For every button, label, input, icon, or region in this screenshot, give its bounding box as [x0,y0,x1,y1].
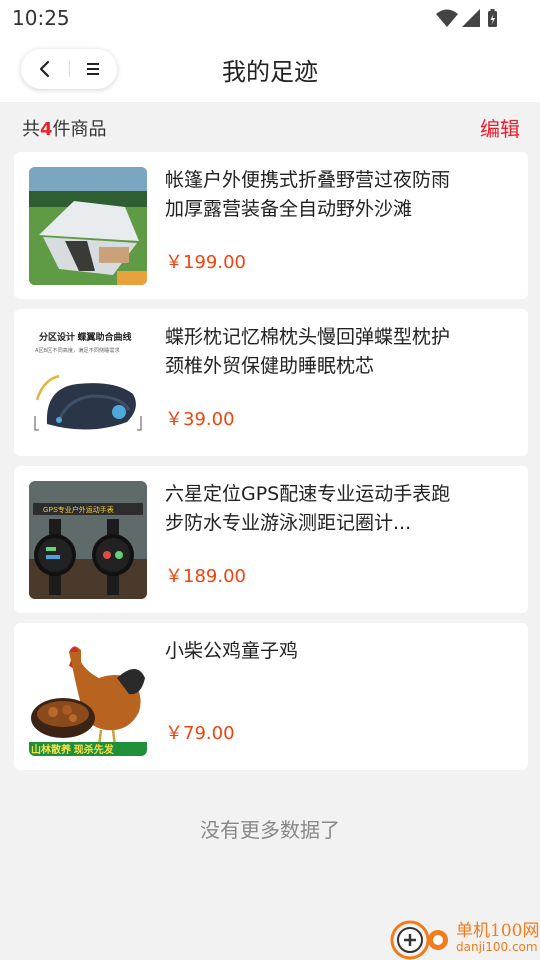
watch-image-headline: GPS专业户外运动手表 [43,505,114,514]
watermark-url: danji100.com [456,940,538,954]
product-title[interactable]: 六星定位GPS配速专业运动手表跑步防水专业游泳测距记圈计... [165,480,465,538]
status-icons [436,9,497,27]
pillow-image-caption: A区B区不同高度，满足不同侧睡需求 [35,346,121,354]
page-title: 我的足迹 [222,58,318,86]
summary-suffix: 件商品 [52,119,107,140]
product-price: ￥79.00 [165,723,235,744]
summary-bar: 共4件商品 编辑 [0,102,540,152]
product-title[interactable]: 小柴公鸡童子鸡 [165,637,465,666]
product-image-pillow[interactable]: 分区设计 蝶翼助合曲线 A区B区不同高度，满足不同侧睡需求 [29,324,147,442]
item-count-summary: 共4件商品 [22,115,107,141]
product-card[interactable]: GPS专业户外运动手表 六星定位GPS配速专业运动手表跑步防水专业游泳测距记圈计… [14,466,528,613]
chicken-image-banner: 山林散养 现杀先发 [31,743,115,756]
product-price: ￥189.00 [165,566,246,587]
watermark-logo-icon [390,920,448,960]
product-title[interactable]: 蝶形枕记忆棉枕头慢回弹蝶型枕护颈椎外贸保健助睡眠枕芯 [165,323,465,381]
product-price: ￥199.00 [165,252,246,273]
status-bar: 10:25 [0,0,540,36]
header: 我的足迹 [0,36,540,102]
product-image-tent[interactable] [29,167,147,285]
product-price: ￥39.00 [165,409,235,430]
watermark-title: 单机100网 [456,921,540,941]
status-time: 10:25 [12,6,70,30]
product-image-chicken[interactable]: 山林散养 现杀先发 [29,638,147,756]
watermark: 单机100网 danji100.com [386,912,540,960]
edit-button[interactable]: 编辑 [480,113,520,142]
summary-count: 4 [40,119,53,140]
pillow-image-headline: 分区设计 蝶翼助合曲线 [39,331,132,342]
product-card[interactable]: 山林散养 现杀先发 小柴公鸡童子鸡 ￥79.00 [14,623,528,770]
signal-icon [462,9,480,27]
wifi-icon [436,9,458,27]
product-image-watch[interactable]: GPS专业户外运动手表 [29,481,147,599]
product-title[interactable]: 帐篷户外便携式折叠野营过夜防雨加厚露营装备全自动野外沙滩 [165,166,465,224]
product-card[interactable]: 帐篷户外便携式折叠野营过夜防雨加厚露营装备全自动野外沙滩 ￥199.00 [14,152,528,299]
product-card[interactable]: 分区设计 蝶翼助合曲线 A区B区不同高度，满足不同侧睡需求 蝶形枕记忆棉枕头慢回… [14,309,528,456]
no-more-data-text: 没有更多数据了 [200,818,340,842]
product-list: 帐篷户外便携式折叠野营过夜防雨加厚露营装备全自动野外沙滩 ￥199.00 分区设… [14,152,528,780]
summary-prefix: 共 [22,119,40,140]
